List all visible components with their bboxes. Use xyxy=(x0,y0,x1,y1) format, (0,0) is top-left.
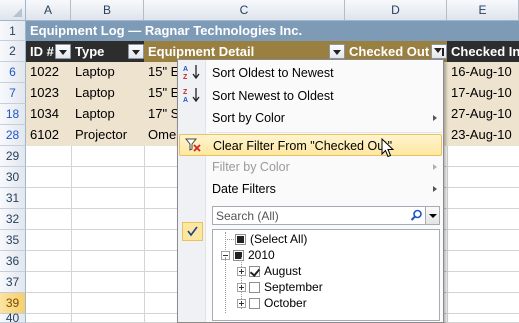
table-cell-checkin[interactable]: 23-Aug-10 xyxy=(447,125,519,146)
menu-clear-filter[interactable]: Clear Filter From "Checked Out" xyxy=(179,134,442,156)
tree-year-2010[interactable]: 2010 xyxy=(221,247,275,263)
table-cell-id[interactable]: 6102 xyxy=(26,125,71,146)
table-cell-checkin[interactable]: 27-Aug-10 xyxy=(447,104,519,125)
select-all-corner[interactable] xyxy=(0,0,26,21)
sort-descending-icon: Z A xyxy=(182,87,202,104)
menu-filter-by-color: Filter by Color xyxy=(207,156,443,178)
filter-search-input[interactable]: Search (All) xyxy=(212,206,440,225)
mouse-cursor-icon xyxy=(381,138,394,158)
menu-date-filters[interactable]: Date Filters xyxy=(207,178,443,200)
september-checkbox[interactable] xyxy=(249,282,260,293)
filter-tree-list: (Select All) 2010 August September Octob… xyxy=(212,229,440,321)
filter-dropdown-id[interactable] xyxy=(55,44,71,59)
row-header[interactable]: 30 xyxy=(0,167,26,188)
filter-active-icon[interactable] xyxy=(431,44,447,59)
row-header[interactable]: 35 xyxy=(0,230,26,251)
row-header[interactable]: 36 xyxy=(0,251,26,272)
svg-text:A: A xyxy=(183,97,188,103)
select-all-checkbox[interactable] xyxy=(235,234,246,245)
expand-icon[interactable] xyxy=(237,283,246,292)
year-checkbox[interactable] xyxy=(233,250,244,261)
table-cell-checkin[interactable]: 16-Aug-10 xyxy=(447,62,519,83)
tree-select-all[interactable]: (Select All) xyxy=(235,231,307,247)
menu-sort-by-color[interactable]: Sort by Color xyxy=(207,107,443,129)
table-cell-type[interactable]: Laptop xyxy=(71,104,144,125)
menu-sort-newest-oldest[interactable]: Sort Newest to Oldest xyxy=(207,85,443,107)
column-header-d[interactable]: D xyxy=(345,0,447,21)
column-header-e[interactable]: E xyxy=(447,0,519,21)
row-header[interactable]: 6 xyxy=(0,62,26,83)
table-cell-type[interactable]: Laptop xyxy=(71,83,144,104)
row-header[interactable]: 29 xyxy=(0,146,26,167)
row-header[interactable]: 31 xyxy=(0,188,26,209)
table-cell-id[interactable]: 1034 xyxy=(26,104,71,125)
row-header[interactable]: 40 xyxy=(0,312,26,323)
expand-icon[interactable] xyxy=(237,299,246,308)
table-cell-type[interactable]: Projector xyxy=(71,125,144,146)
column-header-c[interactable]: C xyxy=(144,0,345,21)
table-cell-type[interactable]: Laptop xyxy=(71,62,144,83)
menu-sort-oldest-newest[interactable]: Sort Oldest to Newest xyxy=(207,62,443,84)
tree-month-september[interactable]: September xyxy=(237,279,323,295)
expand-icon[interactable] xyxy=(237,267,246,276)
header-checked-in: Checked In xyxy=(447,41,519,62)
table-cell-id[interactable]: 1022 xyxy=(26,62,71,83)
filter-dropdown-type[interactable] xyxy=(128,44,144,59)
svg-text:A: A xyxy=(183,66,188,73)
table-cell-checkin[interactable]: 17-Aug-10 xyxy=(447,83,519,104)
tree-month-august[interactable]: August xyxy=(237,263,301,279)
august-checkbox[interactable] xyxy=(249,266,260,277)
table-cell-id[interactable]: 1023 xyxy=(26,83,71,104)
svg-text:Z: Z xyxy=(183,89,188,96)
checkmark-icon xyxy=(182,222,203,241)
clear-filter-icon xyxy=(184,138,201,152)
row-header[interactable]: 2 xyxy=(0,41,26,62)
october-checkbox[interactable] xyxy=(249,298,260,309)
sort-ascending-icon: A Z xyxy=(182,64,202,81)
search-dropdown-button[interactable] xyxy=(425,207,439,224)
row-header[interactable]: 32 xyxy=(0,209,26,230)
sheet-title: Equipment Log — Ragnar Technologies Inc. xyxy=(26,21,519,41)
row-header[interactable]: 37 xyxy=(0,272,26,293)
row-header[interactable]: 28 xyxy=(0,125,26,146)
tree-month-october[interactable]: October xyxy=(237,295,307,311)
filter-dropdown-detail[interactable] xyxy=(329,44,345,59)
row-header[interactable]: 7 xyxy=(0,83,26,104)
search-icon xyxy=(410,209,422,221)
filter-menu: A Z Sort Oldest to Newest Z A Sort Newes… xyxy=(177,59,444,323)
column-header-b[interactable]: B xyxy=(71,0,144,21)
svg-text:Z: Z xyxy=(183,74,188,80)
row-header[interactable]: 1 xyxy=(0,21,26,41)
column-header-a[interactable]: A xyxy=(26,0,71,21)
row-header[interactable]: 18 xyxy=(0,104,26,125)
